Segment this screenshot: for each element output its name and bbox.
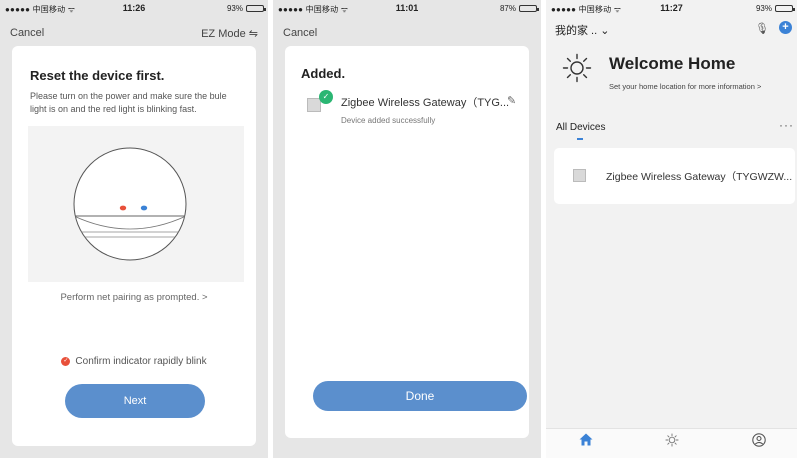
battery-icon: [519, 5, 539, 12]
device-name: Zigbee Wireless Gateway（TYGWZW...: [606, 171, 793, 183]
checkmark-icon: ✓: [61, 357, 71, 366]
status-right: 93%: [226, 4, 266, 13]
home-icon: [556, 433, 616, 449]
nav-bar: Cancel EZ Mode ⇋: [0, 20, 268, 44]
welcome-title: Welcome Home: [609, 54, 736, 73]
screen-device-added: ●●●●● 中国移动 ᯤ 11:01 87% Cancel Added. ✓ Z…: [273, 0, 541, 458]
tab-underline: [577, 138, 583, 140]
edit-pencil-icon[interactable]: ✎: [507, 94, 516, 107]
device-icon: [573, 169, 586, 182]
cancel-button[interactable]: Cancel: [283, 27, 317, 39]
next-button[interactable]: Next: [65, 384, 205, 418]
confirm-indicator-checkbox[interactable]: ✓ Confirm indicator rapidly blink: [12, 356, 256, 367]
device-card[interactable]: Zigbee Wireless Gateway（TYGWZW...: [554, 148, 795, 204]
status-bar: ●●●●● 中国移动 ᯤ 11:27 93%: [546, 0, 797, 16]
status-bar: ●●●●● 中国移动 ᯤ 11:26 93%: [0, 0, 268, 16]
pairing-help-link[interactable]: Perform net pairing as prompted. >: [12, 292, 256, 303]
status-bar: ●●●●● 中国移动 ᯤ 11:01 87%: [273, 0, 541, 16]
status-right: 87%: [499, 4, 539, 13]
more-options-icon[interactable]: ···: [779, 118, 794, 132]
gateway-device-icon: [73, 147, 187, 261]
page-title: Reset the device first.: [30, 68, 165, 83]
screen-home: ●●●●● 中国移动 ᯤ 11:27 93% 我的家 .. ⌄ 🎙︎ + Wel…: [546, 0, 797, 458]
battery-percent: 93%: [755, 4, 772, 13]
page-title: Added.: [301, 66, 346, 81]
battery-icon: [775, 5, 795, 12]
battery-icon: [246, 5, 266, 12]
success-check-icon: ✓: [319, 90, 333, 104]
set-location-link[interactable]: Set your home location for more informat…: [609, 82, 761, 91]
battery-percent: 87%: [499, 4, 516, 13]
tab-all-devices[interactable]: All Devices: [556, 122, 605, 133]
status-right: 93%: [755, 4, 795, 13]
done-button[interactable]: Done: [313, 381, 527, 411]
battery-percent: 93%: [226, 4, 243, 13]
tab-bar: [546, 428, 797, 458]
tab-scene[interactable]: [642, 433, 702, 450]
instruction-card: Reset the device first. Please turn on t…: [12, 46, 256, 446]
sun-icon: [642, 433, 702, 450]
confirm-label: Confirm indicator rapidly blink: [75, 356, 207, 367]
instruction-text: Please turn on the power and make sure t…: [30, 91, 227, 114]
device-name: Zigbee Wireless Gateway（TYG...: [341, 97, 510, 109]
profile-icon: [729, 433, 789, 450]
tab-home[interactable]: [556, 433, 616, 449]
nav-bar: Cancel: [273, 20, 541, 44]
device-illustration: [28, 126, 244, 282]
add-device-icon[interactable]: +: [779, 21, 792, 34]
microphone-icon[interactable]: 🎙︎: [755, 22, 769, 35]
cancel-button[interactable]: Cancel: [10, 27, 44, 39]
screen-reset-device: ●●●●● 中国移动 ᯤ 11:26 93% Cancel EZ Mode ⇋ …: [0, 0, 268, 458]
device-status: Device added successfully: [341, 116, 436, 125]
sun-icon: [562, 53, 592, 83]
ez-mode-button[interactable]: EZ Mode ⇋: [201, 27, 258, 40]
tab-me[interactable]: [729, 433, 789, 450]
home-selector[interactable]: 我的家 .. ⌄: [555, 22, 609, 38]
added-card: Added. ✓ Zigbee Wireless Gateway（TYG... …: [285, 46, 529, 438]
